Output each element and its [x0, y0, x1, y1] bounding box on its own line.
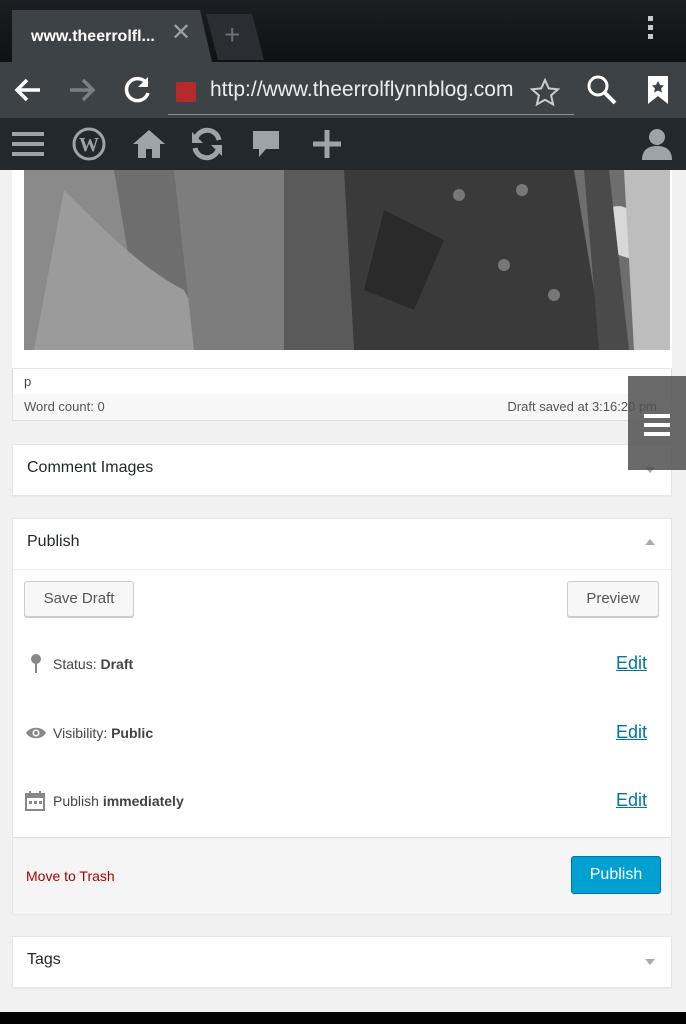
svg-text:W: W	[79, 134, 99, 156]
tags-box: Tags	[12, 936, 672, 988]
back-icon[interactable]	[10, 72, 46, 108]
word-count: Word count: 0	[24, 399, 105, 414]
status-row: Status: Draft Edit	[25, 653, 659, 677]
pin-icon	[31, 654, 41, 673]
bookmark-star-icon[interactable]	[530, 78, 560, 108]
menu-icon[interactable]	[10, 126, 48, 162]
schedule-row: Publish immediately Edit	[25, 790, 659, 814]
forward-icon[interactable]	[64, 72, 100, 108]
editor-status-bar: Word count: 0 Draft saved at 3:16:20 pm	[12, 394, 672, 421]
visibility-value: Public	[111, 725, 154, 741]
eye-icon	[26, 727, 46, 739]
wordpress-logo-icon[interactable]: W	[70, 126, 108, 162]
browser-tab-strip: www.theerrolfl... ✕ +	[0, 0, 686, 62]
editor-content[interactable]	[12, 170, 672, 368]
close-tab-icon[interactable]: ✕	[170, 21, 192, 45]
comment-images-box: Comment Images	[12, 444, 672, 496]
post-photo	[24, 170, 670, 350]
schedule-value: immediately	[102, 793, 184, 809]
tab-title[interactable]: www.theerrolfl...	[31, 28, 155, 46]
bookmarks-icon[interactable]	[640, 72, 676, 108]
path-label: p	[24, 374, 32, 389]
home-icon[interactable]	[130, 126, 168, 162]
wp-admin-bar: W	[0, 118, 686, 170]
tags-title[interactable]: Tags	[27, 951, 61, 969]
url-text[interactable]: http://www.theerrolflynnblog.com	[210, 78, 516, 102]
publish-box-title[interactable]: Publish	[27, 533, 79, 551]
edit-visibility-link[interactable]: Edit	[616, 722, 647, 743]
editor-path-bar: p	[12, 368, 672, 396]
visibility-label: Visibility:	[53, 725, 108, 741]
move-to-trash-link[interactable]: Move to Trash	[26, 868, 115, 884]
comment-images-title[interactable]: Comment Images	[27, 459, 153, 477]
visibility-row: Visibility: Public Edit	[25, 722, 659, 746]
publish-box: Publish Save Draft Preview Status: Draft…	[12, 518, 672, 914]
add-new-icon[interactable]	[308, 126, 346, 162]
address-bar: http://www.theerrolflynnblog.com	[0, 62, 686, 118]
comments-icon[interactable]	[248, 126, 286, 162]
side-menu-handle[interactable]	[628, 376, 686, 470]
status-value: Draft	[100, 656, 134, 672]
publish-button[interactable]: Publish	[571, 856, 661, 894]
user-avatar-icon[interactable]	[638, 126, 676, 162]
updates-icon[interactable]	[188, 126, 226, 162]
save-draft-button[interactable]: Save Draft	[24, 581, 134, 617]
schedule-label: Publish	[53, 793, 99, 809]
search-icon[interactable]	[584, 72, 620, 108]
major-publishing-actions: Move to Trash Publish	[13, 837, 671, 914]
preview-button[interactable]: Preview	[567, 581, 659, 617]
url-field[interactable]: http://www.theerrolflynnblog.com	[168, 68, 574, 115]
calendar-icon	[25, 791, 45, 811]
system-nav-bar	[0, 1012, 686, 1024]
browser-menu-icon[interactable]	[640, 16, 660, 46]
edit-schedule-link[interactable]: Edit	[616, 790, 647, 811]
collapse-arrow-icon[interactable]	[645, 539, 655, 545]
edit-status-link[interactable]: Edit	[616, 653, 647, 674]
reload-icon[interactable]	[120, 72, 156, 108]
status-label: Status:	[53, 656, 97, 672]
expand-arrow-icon[interactable]	[645, 959, 655, 965]
new-tab-plus-icon[interactable]: +	[224, 20, 240, 50]
site-favicon-icon	[176, 82, 196, 102]
